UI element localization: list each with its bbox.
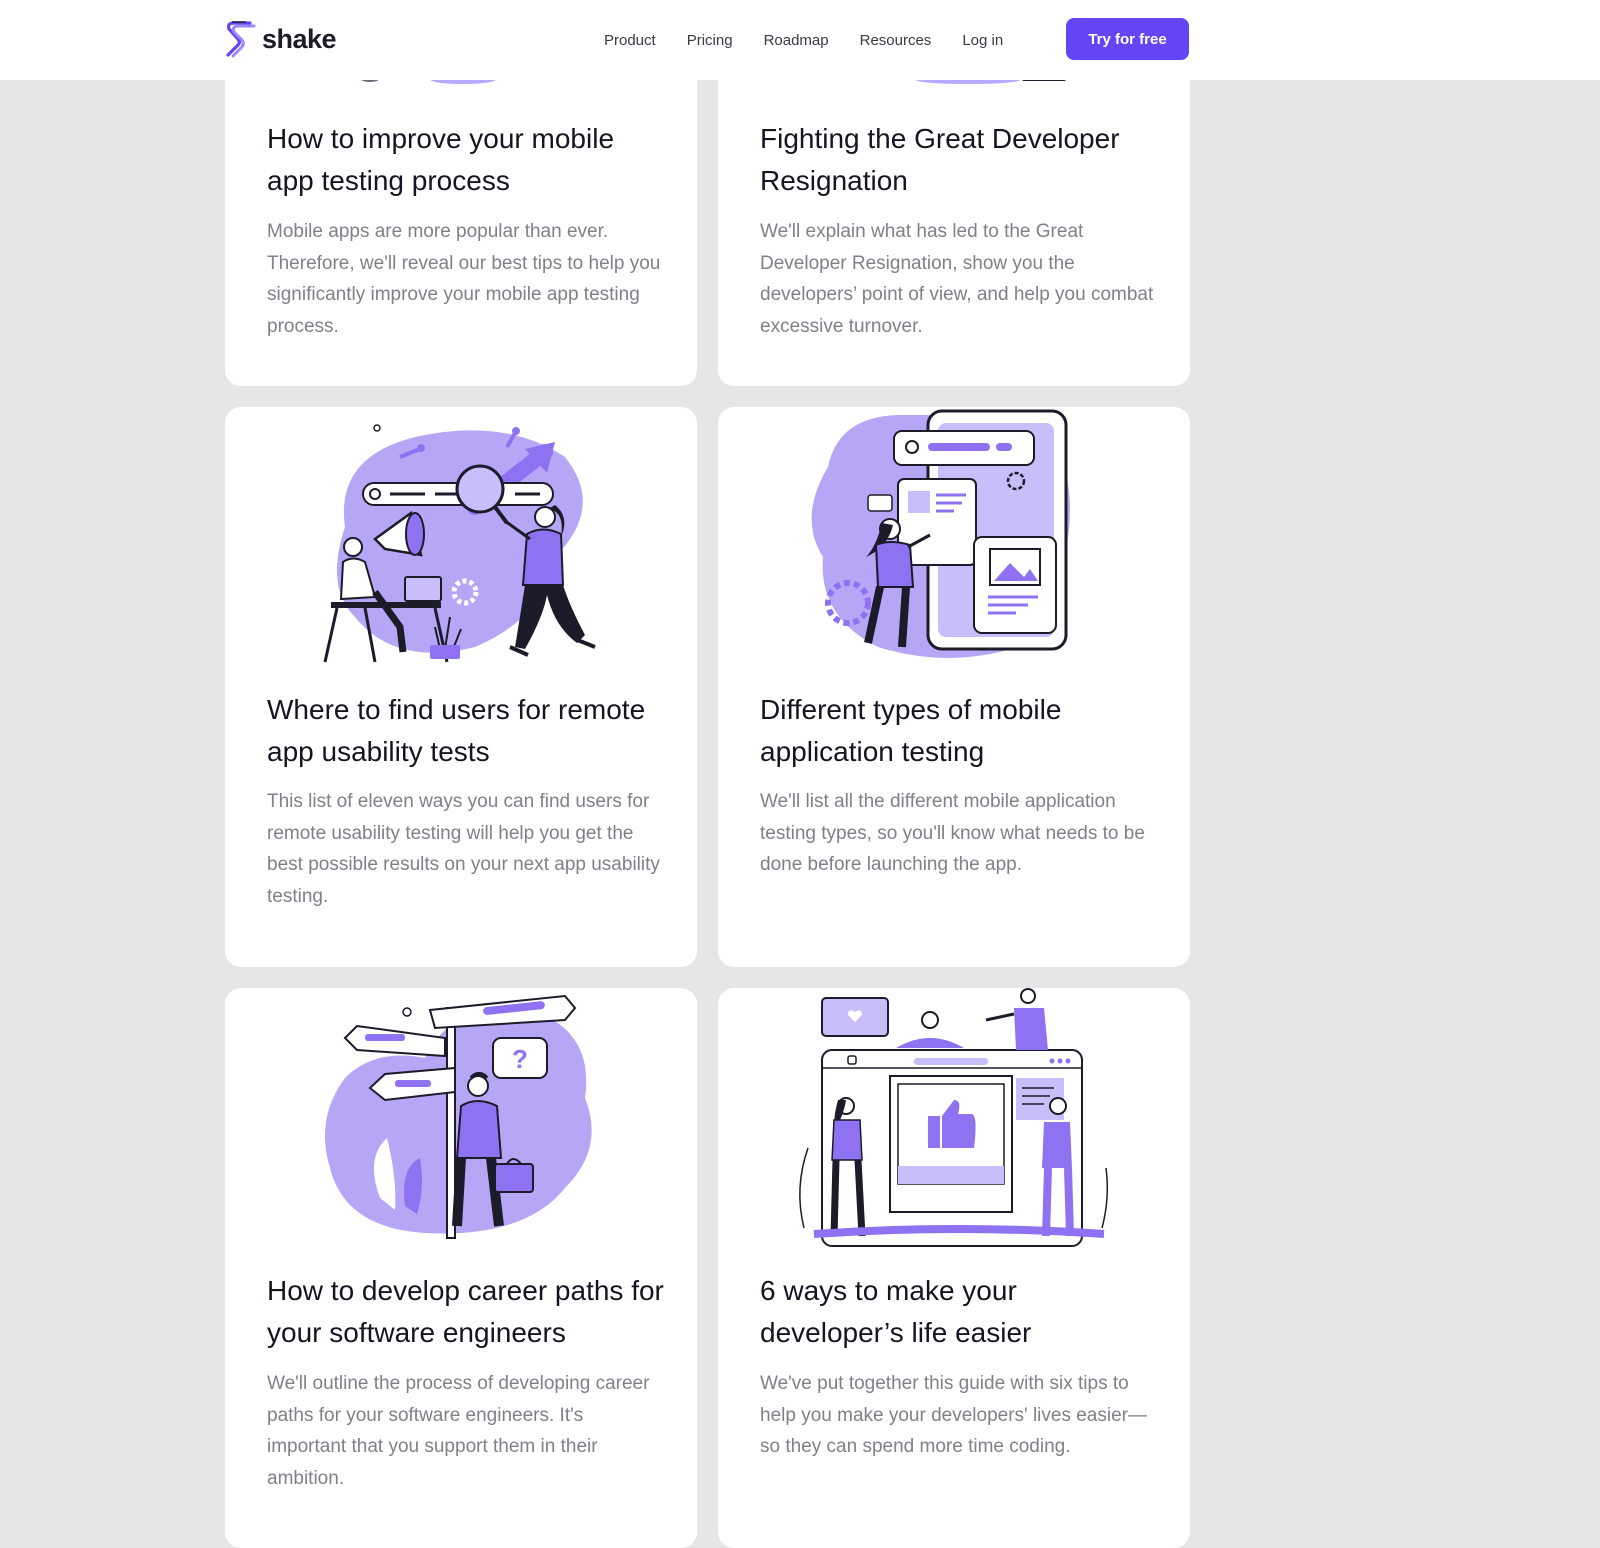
article-card[interactable]: Fighting the Great Developer Resignation…	[718, 40, 1190, 386]
article-card[interactable]: 6 ways to make your developer’s life eas…	[718, 988, 1190, 1548]
nav-product[interactable]: Product	[604, 32, 656, 49]
try-for-free-button[interactable]: Try for free	[1066, 18, 1189, 60]
article-card[interactable]: ? How to develop career paths for your s…	[225, 988, 697, 1548]
main-nav: Product Pricing Roadmap Resources Log in	[604, 0, 1034, 80]
article-card[interactable]: Where to find users for remote app usabi…	[225, 407, 697, 967]
article-title[interactable]: Where to find users for remote app usabi…	[267, 689, 667, 773]
article-title[interactable]: How to improve your mobile app testing p…	[267, 118, 667, 202]
nav-roadmap[interactable]: Roadmap	[764, 32, 829, 49]
article-card[interactable]: How to improve your mobile app testing p…	[225, 40, 697, 386]
article-card[interactable]: Different types of mobile application te…	[718, 407, 1190, 967]
site-header: shake Product Pricing Roadmap Resources …	[0, 0, 1600, 80]
article-title[interactable]: How to develop career paths for your sof…	[267, 1270, 667, 1354]
career-paths-illustration: ?	[325, 994, 592, 1239]
developer-life-illustration	[799, 988, 1109, 1247]
article-excerpt: We'll list all the different mobile appl…	[760, 791, 1145, 875]
svg-text:?: ?	[512, 1044, 528, 1074]
article-title[interactable]: 6 ways to make your developer’s life eas…	[760, 1270, 1160, 1354]
article-title[interactable]: Fighting the Great Developer Resignation	[760, 118, 1160, 202]
usability-users-illustration	[323, 424, 596, 663]
shake-logo-icon	[226, 21, 256, 58]
article-title[interactable]: Different types of mobile application te…	[760, 689, 1160, 773]
nav-pricing[interactable]: Pricing	[687, 32, 733, 49]
brand-name: shake	[262, 23, 337, 54]
brand-logo[interactable]: shake	[224, 19, 337, 59]
testing-types-illustration	[811, 409, 1070, 658]
article-excerpt: Mobile apps are more popular than ever. …	[267, 221, 661, 337]
article-excerpt: We'll outline the process of developing …	[267, 1373, 650, 1489]
article-excerpt: We've put together this guide with six t…	[760, 1373, 1147, 1457]
nav-login[interactable]: Log in	[962, 32, 1003, 49]
article-excerpt: We'll explain what has led to the Great …	[760, 221, 1154, 337]
nav-resources[interactable]: Resources	[860, 32, 932, 49]
article-excerpt: This list of eleven ways you can find us…	[267, 791, 660, 907]
